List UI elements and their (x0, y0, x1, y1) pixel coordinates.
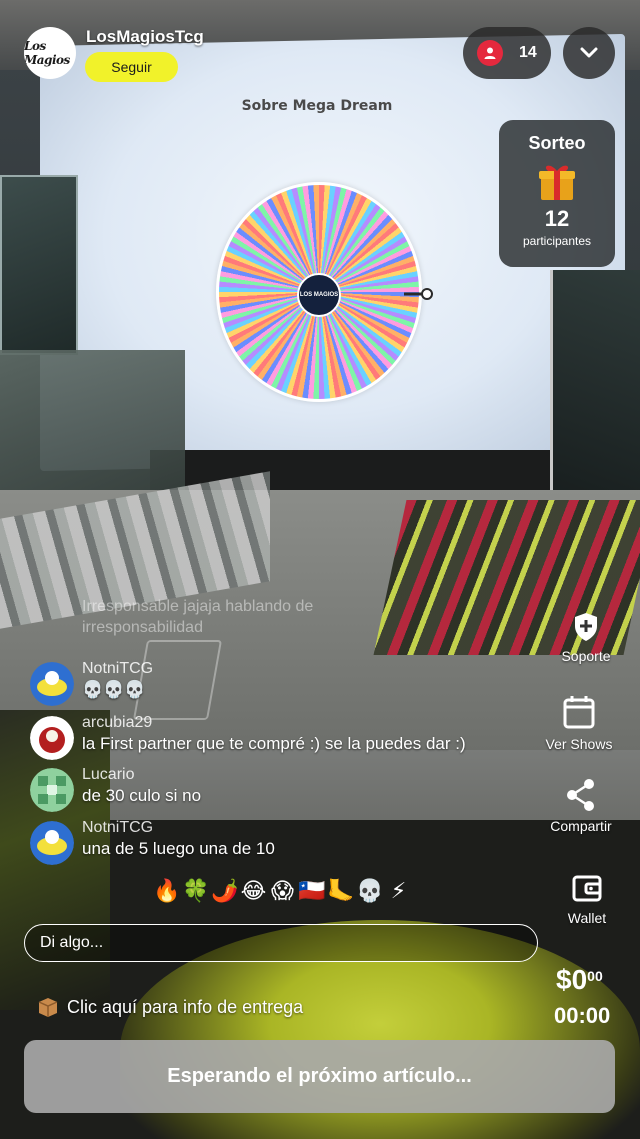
chevron-down-icon (580, 47, 598, 58)
giveaway-title: Sorteo (528, 133, 586, 153)
share-label: Compartir (550, 818, 612, 834)
emoji-scream[interactable]: 😱 (269, 878, 296, 904)
viewer-count-badge[interactable]: 14 (463, 27, 551, 79)
emoji-zap[interactable]: ⚡ (385, 878, 412, 904)
emoji-foot[interactable]: 🦶 (327, 878, 354, 904)
follow-button[interactable]: Seguir (85, 52, 178, 82)
emoji-fire[interactable]: 🔥 (153, 878, 180, 904)
calendar-icon (563, 696, 595, 729)
chat-username[interactable]: arcubia29 (82, 714, 152, 732)
chat-input[interactable] (24, 924, 538, 962)
emoji-clover[interactable]: 🍀 (182, 878, 209, 904)
chat-faded-message: Irresponsable jajaja hablando de irrespo… (82, 598, 314, 636)
chat-message: arcubia29 la First partner que te compré… (30, 714, 530, 760)
support-label: Soporte (561, 648, 611, 664)
chat-username[interactable]: NotniTCG (82, 819, 153, 837)
chat-text: la First partner que te compré :) se la … (82, 734, 466, 753)
viewer-count: 14 (519, 44, 537, 61)
chat-avatar[interactable] (30, 662, 74, 706)
package-icon (38, 998, 58, 1017)
chat-text: de 30 culo si no (82, 786, 202, 805)
chat-username[interactable]: Lucario (82, 766, 134, 784)
wallet-label: Wallet (567, 910, 607, 926)
giveaway-participant-label: participantes (522, 234, 592, 248)
streamer-avatar[interactable]: Los Magios (24, 27, 76, 79)
gift-icon (539, 165, 575, 200)
person-icon (477, 40, 503, 66)
streamer-username[interactable]: LosMagiosTcg (86, 27, 204, 47)
auction-timer: 00:00 (554, 1003, 611, 1028)
support-button[interactable]: Soporte (538, 612, 634, 664)
chat-avatar[interactable] (30, 768, 74, 812)
chat-avatar[interactable] (30, 716, 74, 760)
delivery-info-text: Clic aquí para info de entrega (67, 996, 304, 1017)
monitor-title: Sobre Mega Dream (241, 98, 393, 114)
prize-wheel-hub: LOS MAGIOS (297, 273, 341, 317)
emoji-laugh[interactable]: 😂 (240, 878, 267, 904)
scene-product-box (0, 175, 78, 355)
wallet-amount: $0 (556, 964, 588, 995)
giveaway-card[interactable]: Sorteo 12 participantes (499, 120, 615, 267)
emoji-reaction-bar: 🔥 🍀 🌶️ 😂 😱 🇨🇱 🦶 💀 ⚡ (153, 878, 412, 904)
chat-username[interactable]: NotniTCG (82, 660, 153, 678)
emoji-skull[interactable]: 💀 (356, 878, 383, 904)
chat-avatar[interactable] (30, 821, 74, 865)
chat-message: NotniTCG 💀💀💀 (30, 660, 530, 706)
view-shows-button[interactable]: Ver Shows (531, 694, 627, 752)
collapse-button[interactable] (563, 27, 615, 79)
waiting-next-item-button[interactable]: Esperando el próximo artículo... (24, 1040, 615, 1113)
chat-message: NotniTCG una de 5 luego una de 10 (30, 819, 530, 865)
chat-text: 💀💀💀 (82, 680, 146, 699)
wallet-button[interactable]: Wallet (539, 872, 635, 926)
emoji-chile-flag[interactable]: 🇨🇱 (298, 878, 325, 904)
delivery-info-link[interactable]: Clic aquí para info de entrega (37, 996, 303, 1018)
share-button[interactable]: Compartir (533, 778, 629, 834)
wallet-icon (572, 875, 602, 902)
view-shows-label: Ver Shows (545, 736, 613, 752)
shield-plus-icon (575, 613, 597, 641)
wheel-pointer-icon (404, 288, 433, 300)
scene-product-box (550, 270, 640, 510)
emoji-pepper[interactable]: 🌶️ (211, 878, 238, 904)
chat-message: Lucario de 30 culo si no (30, 766, 530, 812)
chat-text: una de 5 luego una de 10 (82, 839, 275, 858)
wallet-balance: $000 (556, 964, 603, 996)
giveaway-participant-count: 12 (544, 206, 570, 231)
share-icon (567, 779, 594, 811)
streamer-logo: Los Magios (24, 39, 70, 67)
wallet-cents: 00 (587, 968, 603, 984)
